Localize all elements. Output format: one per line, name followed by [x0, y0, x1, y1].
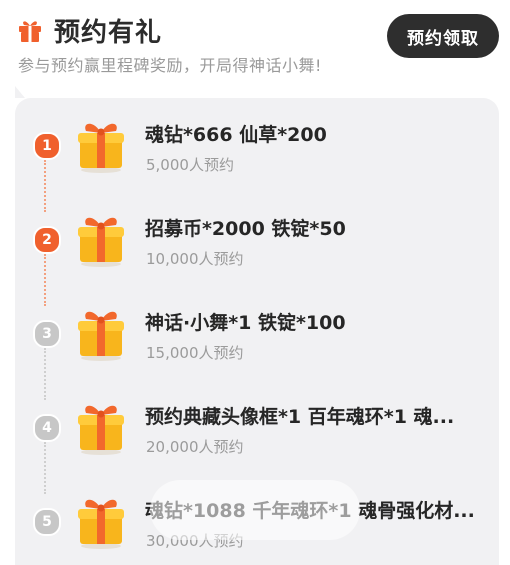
reservation-threshold: 20,000人预约: [146, 438, 244, 456]
toast-overlay: [150, 480, 360, 540]
reservation-threshold: 15,000人预约: [146, 344, 244, 362]
gift-icon: [16, 16, 44, 44]
reservation-rewards-page: 预约有礼 参与预约赢里程碑奖励，开局得神话小舞! 预约领取 1 魂钻*666 仙…: [0, 0, 510, 565]
panel-notch: [15, 86, 25, 98]
reward-items: 招募币*2000 铁锭*50: [145, 218, 346, 240]
gift-box-icon: [72, 398, 130, 456]
reward-items: 神话·小舞*1 铁锭*100: [145, 312, 346, 334]
gift-box-icon: [72, 210, 130, 268]
reservation-threshold: 5,000人预约: [146, 156, 234, 174]
reward-items: 魂钻*666 仙草*200: [145, 124, 327, 146]
reward-items: 预约典藏头像框*1 百年魂环*1 魂...: [145, 406, 455, 428]
reward-row: 1 魂钻*666 仙草*200 5,000人预约: [0, 114, 510, 204]
gift-box-icon: [72, 492, 130, 550]
reward-row: 2 招募币*2000 铁锭*50 10,000人预约: [0, 208, 510, 298]
gift-box-icon: [72, 116, 130, 174]
reservation-threshold: 10,000人预约: [146, 250, 244, 268]
reward-row: 4 预约典藏头像框*1 百年魂环*1 魂... 20,000人预约: [0, 396, 510, 486]
page-subtitle: 参与预约赢里程碑奖励，开局得神话小舞!: [18, 56, 322, 75]
milestone-number-badge: 5: [33, 508, 61, 536]
milestone-number-badge: 2: [33, 226, 61, 254]
milestone-number-badge: 1: [33, 132, 61, 160]
milestone-number-badge: 3: [33, 320, 61, 348]
milestone-number-badge: 4: [33, 414, 61, 442]
title-row: 预约有礼: [16, 10, 162, 50]
page-title: 预约有礼: [54, 17, 163, 48]
reward-row: 3 神话·小舞*1 铁锭*100 15,000人预约: [0, 302, 510, 392]
gift-box-icon: [72, 304, 130, 362]
reserve-claim-button[interactable]: 预约领取: [387, 14, 499, 58]
